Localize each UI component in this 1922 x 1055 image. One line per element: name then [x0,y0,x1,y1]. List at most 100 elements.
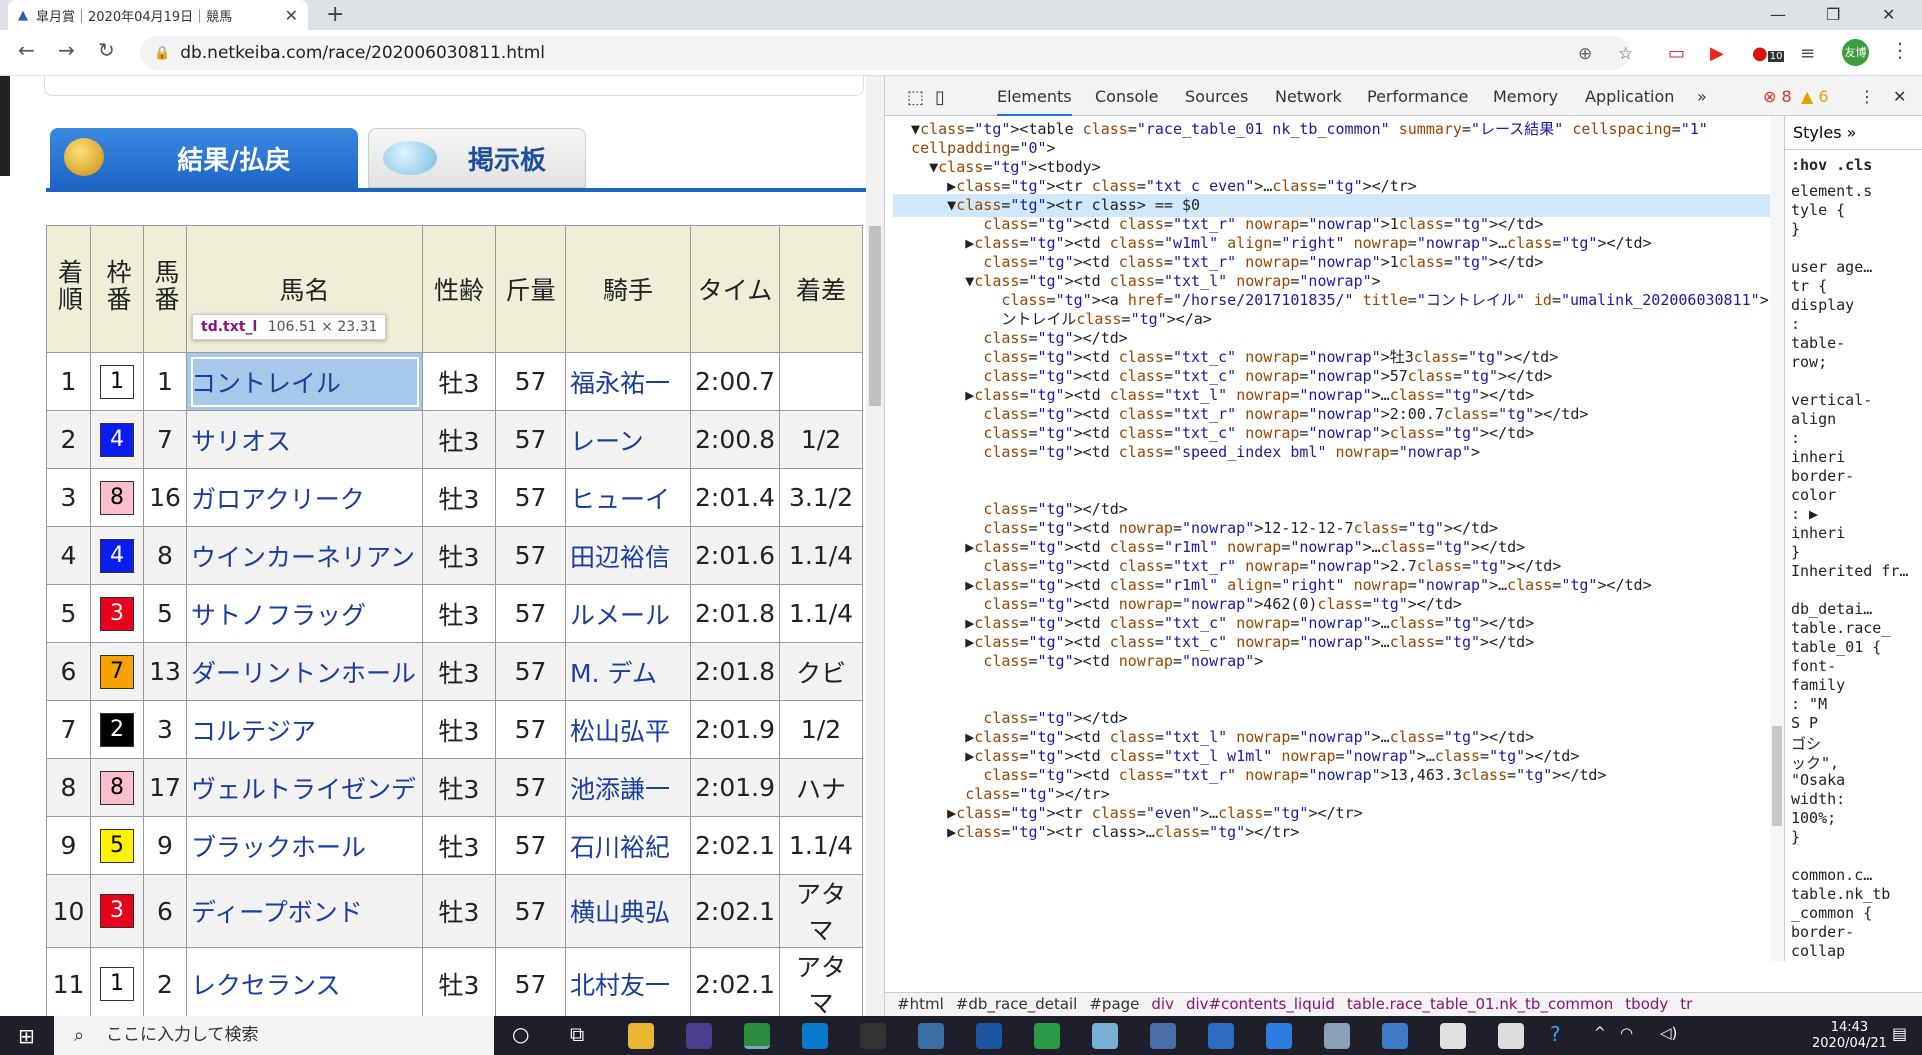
taskbar-search-box[interactable]: ⌕ ここに入力して検索 [54,1016,494,1055]
app-icon-6[interactable] [918,1023,944,1049]
elements-dom-tree[interactable]: ▼class="tg"><table class="race_table_01 … [885,116,1770,961]
back-icon[interactable]: ← [18,38,35,62]
jockey-link[interactable]: 松山弘平 [565,700,691,759]
horse-name-link[interactable]: ガロアクリーク [186,468,423,527]
restore-icon[interactable]: ❐ [1826,0,1840,30]
breadcrumb-item[interactable]: #db_race_detail [956,995,1078,1013]
eclipse-icon[interactable] [686,1023,712,1049]
breadcrumb-item[interactable]: tbody [1625,995,1668,1013]
bookmark-star-icon[interactable]: ☆ [1618,44,1633,64]
more-tabs-icon[interactable]: » [1697,87,1707,106]
media-control-icon[interactable]: ≡ [1800,43,1815,64]
file-explorer-icon[interactable] [628,1023,654,1049]
tray-chevron-icon[interactable]: ^ [1594,1025,1606,1041]
taskbar-clock[interactable]: 14:43 2020/04/21 [1812,1020,1887,1052]
horse-name-link[interactable]: ダーリントンホール [186,642,423,701]
device-toolbar-icon[interactable]: ▯ [935,87,945,108]
youtube-extension-icon[interactable]: ▶ [1710,43,1724,64]
tab-elements[interactable]: Elements [997,87,1072,116]
app-icon-13[interactable] [1324,1023,1350,1049]
dom-node-line[interactable]: ▶class="tg"><tr class>…class="tg"></tr> [893,821,1299,844]
dom-scrollbar-thumb[interactable] [1772,726,1782,826]
tab-result-payout[interactable]: 結果/払戻 [50,128,358,188]
app-icon-8[interactable] [1034,1023,1060,1049]
page-scrollbar[interactable] [866,76,884,1016]
page-scrollbar-thumb[interactable] [869,226,881,406]
tab-performance[interactable]: Performance [1367,87,1468,106]
horse-name-link[interactable]: サリオス [186,410,423,469]
inspect-element-icon[interactable]: ⬚ [907,87,924,108]
task-view-icon[interactable]: ⧉ [570,1022,584,1046]
app-icon-15[interactable] [1440,1023,1466,1049]
jockey-link[interactable]: 池添謙一 [565,758,691,817]
app-icon-10[interactable] [1150,1023,1176,1049]
minimize-icon[interactable]: — [1770,0,1786,30]
breadcrumb-item[interactable]: div#contents_liquid [1186,995,1335,1013]
notification-icon[interactable]: ▤ [1892,1024,1907,1043]
jockey-link[interactable]: 横山典弘 [565,874,691,948]
jockey-link[interactable]: 福永祐一 [565,352,691,411]
profile-avatar[interactable]: 友博 [1842,39,1869,66]
dom-scrollbar[interactable] [1770,116,1784,961]
reload-icon[interactable]: ↻ [98,38,115,62]
forward-icon[interactable]: → [58,38,75,62]
styles-filter-toggles[interactable]: :hov .cls [1791,156,1872,174]
horse-name-link[interactable]: レクセランス [186,947,423,1016]
tab-network[interactable]: Network [1275,87,1342,106]
dom-node-line[interactable]: class="tg"><td nowrap="nowrap"> [893,650,1263,673]
jockey-link[interactable]: M. デム [565,642,691,701]
horse-name-link[interactable]: ディープボンド [186,874,423,948]
browser-tab[interactable]: ▲ 皐月賞｜2020年04月19日｜競馬 ✕ [8,0,308,30]
volume-icon[interactable]: ◁) [1660,1024,1677,1042]
app-icon-9[interactable] [1092,1023,1118,1049]
jockey-link[interactable]: レーン [565,410,691,469]
jockey-link[interactable]: ルメール [565,584,691,643]
powershell-icon[interactable] [976,1023,1002,1049]
terminal-icon[interactable] [860,1023,886,1049]
close-tab-icon[interactable]: ✕ [285,6,298,25]
breadcrumb-item[interactable]: #html [897,995,944,1013]
cast-icon[interactable]: ▭ [1668,43,1685,64]
jockey-link[interactable]: ヒューイ [565,468,691,527]
breadcrumb-item[interactable]: tr [1680,995,1692,1013]
jockey-link[interactable]: 田辺裕信 [565,526,691,585]
cortana-icon[interactable]: ○ [512,1022,529,1046]
address-bar[interactable]: 🔒 db.netkeiba.com/race/202006030811.html [140,36,1630,70]
horse-name-link[interactable]: コルテジア [186,700,423,759]
breadcrumb-item[interactable]: #page [1089,995,1139,1013]
vscode-icon[interactable] [802,1023,828,1049]
devtools-menu-icon[interactable]: ⋮ [1859,87,1875,106]
horse-name-link[interactable]: ヴェルトライゼンデ [186,758,423,817]
styles-more-icon[interactable]: » [1847,123,1857,142]
tab-application[interactable]: Application [1585,87,1674,106]
styles-tab[interactable]: Styles » [1785,116,1922,150]
tab-memory[interactable]: Memory [1493,87,1558,106]
dom-node-line[interactable]: class="tg"><td class="speed_index bml" n… [893,441,1480,464]
app-icon-12[interactable] [1266,1023,1292,1049]
devtools-close-icon[interactable]: ✕ [1893,87,1906,106]
tab-console[interactable]: Console [1095,87,1159,106]
photos-icon[interactable] [1382,1023,1408,1049]
horse-name-link[interactable]: ブラックホール [186,816,423,875]
jockey-link[interactable]: 石川裕紀 [565,816,691,875]
new-tab-icon[interactable]: + [326,0,344,30]
chrome-icon[interactable] [744,1023,770,1049]
jockey-link[interactable]: 北村友一 [565,947,691,1016]
windows-start-icon[interactable]: ⊞ [18,1024,35,1048]
breadcrumb-item[interactable]: div [1151,995,1174,1013]
zoom-icon[interactable]: ⊕ [1578,44,1592,64]
error-count[interactable]: ⊗ 8 [1763,87,1792,106]
extension-badge-icon[interactable]: ● 10 [1752,43,1785,64]
horse-name-link[interactable]: サトノフラッグ [186,584,423,643]
horse-name-link[interactable]: ウインカーネリアン [186,526,423,585]
browser-menu-icon[interactable]: ⋮ [1890,38,1910,62]
breadcrumb-item[interactable]: table.race_table_01.nk_tb_common [1347,995,1613,1013]
network-icon[interactable]: ◠ [1620,1024,1633,1042]
app-icon-16[interactable] [1498,1023,1524,1049]
help-icon[interactable]: ? [1550,1022,1561,1046]
outlook-icon[interactable] [1208,1023,1234,1049]
horse-name-link[interactable]: コントレイル [186,352,423,411]
tab-sources[interactable]: Sources [1185,87,1248,106]
tab-bulletin-board[interactable]: 掲示板 [368,128,586,188]
close-window-icon[interactable]: ✕ [1882,0,1895,30]
